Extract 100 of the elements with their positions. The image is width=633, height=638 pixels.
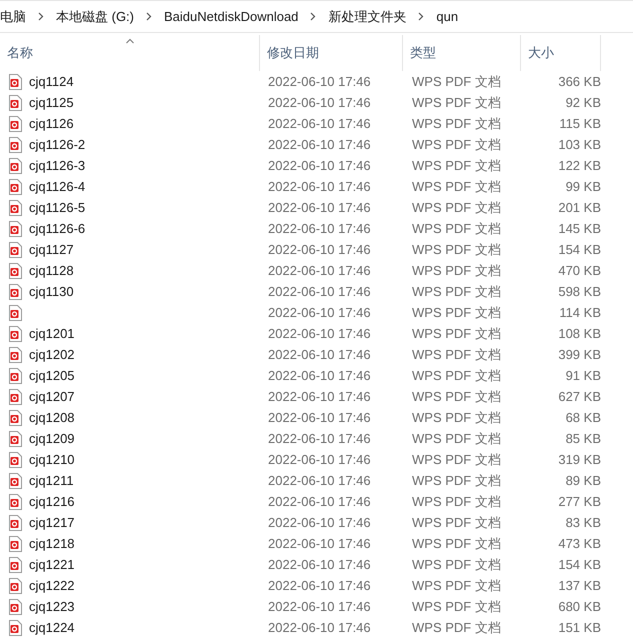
file-type: WPS PDF 文档: [411, 450, 502, 469]
file-type: WPS PDF 文档: [411, 408, 502, 427]
file-name[interactable]: cjq1209: [29, 428, 75, 448]
file-size: 68 KB: [564, 408, 601, 427]
modified-date: 2022-06-10 17:46: [267, 598, 372, 616]
file-name[interactable]: cjq1127: [29, 240, 74, 260]
file-type: WPS PDF 文档: [411, 178, 502, 196]
column-header[interactable]: 大小: [521, 35, 601, 71]
column-header[interactable]: 名称: [0, 35, 260, 71]
pdf-file-icon: [9, 536, 22, 552]
file-name[interactable]: cjq1126: [29, 114, 74, 134]
file-name[interactable]: cjq1217: [29, 512, 75, 532]
file-size: 399 KB: [557, 346, 601, 364]
pdf-file-icon: [9, 326, 22, 342]
file-name[interactable]: cjq1126-2: [29, 134, 86, 154]
file-name[interactable]: cjq1201: [29, 324, 75, 344]
file-name[interactable]: cjq1126-3: [29, 156, 86, 176]
breadcrumb-item[interactable]: 新处理文件夹: [328, 6, 406, 26]
breadcrumb-item[interactable]: qun: [436, 6, 458, 26]
file-size: 151 KB: [557, 618, 601, 637]
modified-date: 2022-06-10 17:46: [267, 324, 372, 343]
file-size: 366 KB: [557, 72, 601, 91]
pdf-file-icon: [9, 74, 22, 90]
pdf-file-icon: [9, 430, 22, 446]
file-type: WPS PDF 文档: [411, 556, 502, 574]
modified-date: 2022-06-10 17:46: [267, 514, 372, 532]
file-size: 154 KB: [557, 556, 601, 574]
file-name[interactable]: cjq1125: [29, 92, 74, 112]
file-name[interactable]: cjq1218: [29, 534, 75, 554]
file-name[interactable]: cjq1211: [29, 470, 74, 490]
file-name[interactable]: cjq1216: [29, 492, 75, 512]
file-size: 115 KB: [558, 114, 601, 133]
file-size: 103 KB: [557, 136, 601, 154]
pdf-file-icon: [9, 136, 22, 152]
file-size: 470 KB: [557, 262, 601, 280]
file-type: WPS PDF 文档: [411, 534, 502, 553]
pdf-file-icon: [9, 242, 22, 258]
file-name[interactable]: cjq1222: [29, 576, 75, 596]
file-size: 114 KB: [558, 304, 601, 322]
pdf-file-icon: [9, 178, 22, 194]
file-name[interactable]: cjq1128: [29, 260, 74, 280]
file-size: 137 KB: [557, 576, 601, 595]
modified-date: 2022-06-10 17:46: [267, 262, 372, 280]
pdf-file-icon: [9, 220, 22, 236]
modified-date: 2022-06-10 17:46: [267, 430, 372, 448]
modified-date: 2022-06-10 17:46: [267, 156, 372, 175]
modified-date: 2022-06-10 17:46: [267, 240, 372, 259]
file-size: 91 KB: [564, 366, 601, 385]
modified-date: 2022-06-10 17:46: [267, 408, 372, 427]
modified-date: 2022-06-10 17:46: [267, 136, 372, 154]
file-type: WPS PDF 文档: [411, 388, 502, 406]
file-type: WPS PDF 文档: [411, 492, 502, 511]
file-size: 319 KB: [557, 450, 601, 469]
file-type: WPS PDF 文档: [411, 324, 502, 343]
modified-date: 2022-06-10 17:46: [267, 618, 372, 637]
file-size: 89 KB: [564, 472, 601, 490]
modified-date: 2022-06-10 17:46: [267, 72, 372, 91]
pdf-file-icon: [9, 578, 22, 594]
file-name[interactable]: cjq1223: [29, 596, 75, 616]
file-name[interactable]: cjq1207: [29, 386, 75, 406]
file-name[interactable]: cjq1208: [29, 408, 75, 428]
modified-date: 2022-06-10 17:46: [267, 178, 372, 196]
file-name[interactable]: cjq1126-4: [29, 176, 86, 196]
file-type: WPS PDF 文档: [411, 240, 502, 259]
file-name[interactable]: cjq1224: [29, 618, 75, 638]
pdf-file-icon: [9, 368, 22, 384]
breadcrumb-item[interactable]: 本地磁盘 (G:): [56, 6, 134, 26]
modified-date: 2022-06-10 17:46: [267, 198, 372, 217]
sort-caret-icon: [125, 38, 134, 44]
file-name[interactable]: cjq1205: [29, 366, 75, 386]
file-type: WPS PDF 文档: [411, 156, 502, 175]
chevron-icon: [418, 12, 424, 21]
breadcrumb-item[interactable]: BaiduNetdiskDownload: [164, 6, 298, 26]
file-size: 122 KB: [557, 156, 601, 175]
modified-date: 2022-06-10 17:46: [267, 304, 372, 322]
modified-date: 2022-06-10 17:46: [267, 472, 372, 490]
file-size: 85 KB: [564, 430, 601, 448]
pdf-file-icon: [9, 304, 22, 320]
file-size: 627 KB: [557, 388, 601, 406]
file-type: WPS PDF 文档: [411, 430, 502, 448]
file-name[interactable]: cjq1126-5: [29, 198, 86, 218]
modified-date: 2022-06-10 17:46: [267, 282, 372, 301]
file-name[interactable]: cjq1210: [29, 450, 75, 470]
pdf-file-icon: [9, 494, 22, 510]
file-size: 277 KB: [557, 492, 601, 511]
column-header[interactable]: 类型: [403, 35, 521, 71]
pdf-file-icon: [9, 94, 22, 110]
pdf-file-icon: [9, 284, 22, 300]
column-header[interactable]: 修改日期: [260, 35, 403, 71]
file-name[interactable]: cjq1221: [29, 554, 75, 574]
file-type: WPS PDF 文档: [411, 72, 502, 91]
file-name[interactable]: cjq1124: [29, 72, 74, 92]
breadcrumb-item[interactable]: 电脑: [0, 6, 26, 26]
file-name[interactable]: cjq1202: [29, 344, 75, 364]
modified-date: 2022-06-10 17:46: [267, 388, 372, 406]
file-name[interactable]: cjq1126-6: [29, 218, 86, 238]
file-type: WPS PDF 文档: [411, 472, 502, 490]
pdf-file-icon: [9, 200, 22, 216]
file-type: WPS PDF 文档: [411, 262, 502, 280]
file-name[interactable]: cjq1130: [29, 282, 74, 302]
